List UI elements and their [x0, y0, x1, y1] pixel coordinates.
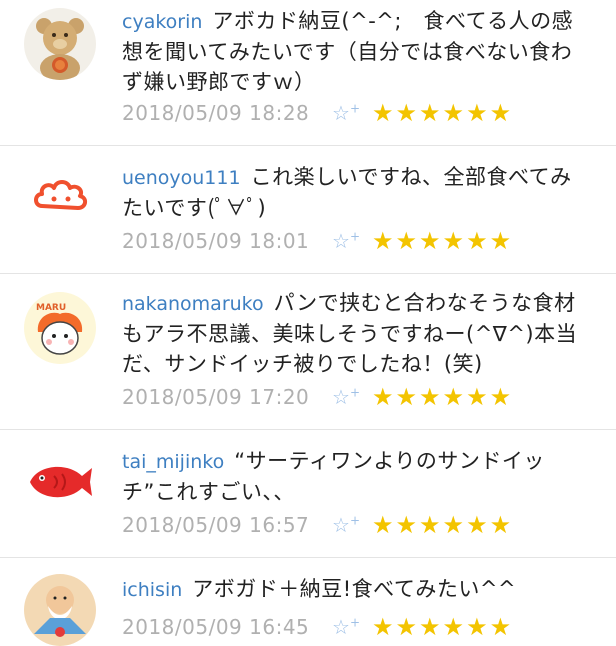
comment-body: cyakorin アボカド納豆(^-^; 食べてる人の感想を聞いてみたいです（自分…	[122, 6, 588, 97]
comment-item: MARU nakanomaruko パンで挟むと合わなそうな食材もアラ不思議、美味…	[0, 276, 616, 426]
username-link[interactable]: nakanomaruko	[122, 293, 264, 315]
maru-character-icon[interactable]: MARU	[24, 292, 96, 364]
cloud-face-icon[interactable]	[24, 162, 96, 234]
comment-body: tai_mijinko “サーティワンよりのサンドイッチ”これすごい、、	[122, 446, 588, 507]
svg-text:MARU: MARU	[36, 303, 66, 313]
comment-list: cyakorin アボカド納豆(^-^; 食べてる人の感想を聞いてみたいです（自分…	[0, 0, 616, 646]
comment-date[interactable]: 2018/05/09 16:57	[122, 513, 332, 537]
comment-meta: 2018/05/09 17:20 ☆+ ★★★★★★	[122, 382, 513, 412]
star-outline-icon: ☆	[332, 385, 350, 409]
comment-date[interactable]: 2018/05/09 18:28	[122, 101, 332, 125]
star-outline-icon: ☆	[332, 615, 350, 639]
add-star-button[interactable]: ☆+	[332, 385, 372, 409]
comment-meta: 2018/05/09 18:01 ☆+ ★★★★★★	[122, 226, 513, 256]
comment-date[interactable]: 2018/05/09 17:20	[122, 385, 332, 409]
username-link[interactable]: tai_mijinko	[122, 451, 224, 473]
star-outline-icon: ☆	[332, 513, 350, 537]
comment-item: cyakorin アボカド納豆(^-^; 食べてる人の感想を聞いてみたいです（自分…	[0, 0, 616, 140]
old-man-icon[interactable]	[24, 574, 96, 646]
teddy-bear-icon[interactable]	[24, 8, 96, 80]
star-rating: ★★★★★★	[372, 227, 514, 255]
comment-body: ichisin アボガド＋納豆!食べてみたい^^	[122, 574, 588, 605]
comment-date[interactable]: 2018/05/09 18:01	[122, 229, 332, 253]
add-star-button[interactable]: ☆+	[332, 229, 372, 253]
star-rating: ★★★★★★	[372, 511, 514, 539]
comment-item: ichisin アボガド＋納豆!食べてみたい^^ 2018/05/09 16:45…	[0, 560, 616, 646]
add-star-button[interactable]: ☆+	[332, 615, 372, 639]
comment-item: uenoyou111 これ楽しいですね、全部食べてみたいです(ﾟ∀ﾟ) 2018/…	[0, 148, 616, 268]
divider	[0, 145, 616, 146]
red-fish-icon[interactable]	[24, 446, 96, 518]
divider	[0, 557, 616, 558]
add-star-button[interactable]: ☆+	[332, 513, 372, 537]
comment-meta: 2018/05/09 16:45 ☆+ ★★★★★★	[122, 612, 513, 642]
username-link[interactable]: ichisin	[122, 579, 182, 601]
username-link[interactable]: cyakorin	[122, 11, 202, 33]
comment-text: アボガド＋納豆!食べてみたい^^	[192, 577, 517, 601]
star-outline-icon: ☆	[332, 229, 350, 253]
star-rating: ★★★★★★	[372, 383, 514, 411]
star-rating: ★★★★★★	[372, 613, 514, 641]
divider	[0, 429, 616, 430]
divider	[0, 273, 616, 274]
comment-item: tai_mijinko “サーティワンよりのサンドイッチ”これすごい、、 2018…	[0, 432, 616, 552]
comment-date[interactable]: 2018/05/09 16:45	[122, 615, 332, 639]
star-rating: ★★★★★★	[372, 99, 514, 127]
star-outline-icon: ☆	[332, 101, 350, 125]
username-link[interactable]: uenoyou111	[122, 167, 241, 189]
comment-meta: 2018/05/09 18:28 ☆+ ★★★★★★	[122, 98, 513, 128]
add-star-button[interactable]: ☆+	[332, 101, 372, 125]
comment-meta: 2018/05/09 16:57 ☆+ ★★★★★★	[122, 510, 513, 540]
comment-body: nakanomaruko パンで挟むと合わなそうな食材もアラ不思議、美味しそうです…	[122, 288, 588, 379]
comment-body: uenoyou111 これ楽しいですね、全部食べてみたいです(ﾟ∀ﾟ)	[122, 162, 588, 223]
